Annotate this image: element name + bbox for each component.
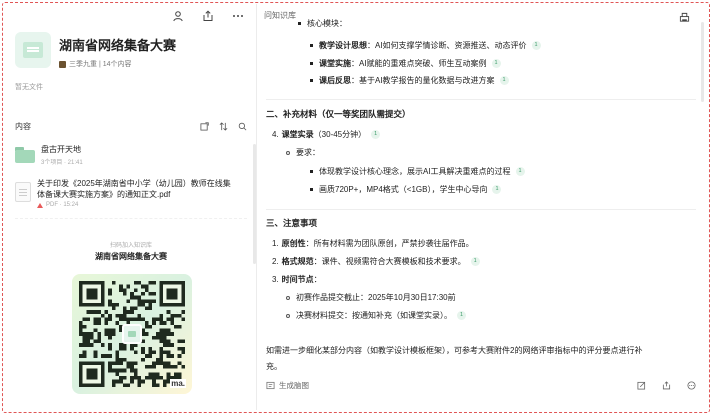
content-section-header: 内容 [15,121,247,132]
print-icon[interactable] [679,10,690,28]
folder-name: 盘古开天地 [41,145,81,154]
content-label: 内容 [15,122,31,131]
generate-mindmap-button[interactable]: 生成脑图 [266,380,309,391]
scan-kb-name: 湖南省网络集备大赛 [95,252,167,261]
members-icon[interactable] [172,10,184,22]
bullet-item: 课后反思 ：基于AI教学报告的量化数据与改进方案 1 [310,75,509,86]
section-divider [266,99,696,100]
section-heading: 三、注意事项 [266,218,318,228]
clipped-line: 核心模块： [298,19,347,27]
more-icon[interactable] [232,10,244,22]
section-divider [266,209,696,210]
folder-item[interactable]: 盘古开天地 3个项目 · 21:41 [15,144,83,166]
search-icon[interactable] [238,122,247,131]
sub-item: 初赛作品提交截止：2025年10月30日17:30前 [286,292,456,303]
file-name: 关于印发《2025年湖南省中小学（幼儿园）教师在线集体备课大赛实施方案》的通知正… [37,179,231,199]
edit-icon[interactable] [637,381,646,390]
file-meta: PDF · 15:24 [37,202,237,208]
mindmap-icon [266,381,275,390]
knowledge-base-panel: 湖南省网络集备大赛 三季九重 | 14个内容 暂无文件 内容 盘古开天地 3个项… [5,4,257,410]
share-icon[interactable] [202,10,214,22]
citation-badge[interactable]: 1 [470,257,480,266]
sub-item: 决赛材料提交：按通知补充（如课堂实录）。 1 [286,310,466,321]
citation-badge[interactable]: 1 [457,311,466,320]
numbered-item: 2. 格式规范 ：课件、视频需符合大赛模板和技术要求。 1 [272,256,480,267]
scan-hint: 扫码加入知识库 [109,243,152,249]
pdf-file-icon [15,182,31,202]
citation-badge[interactable]: 1 [371,130,381,139]
footnote: 如需进一步细化某部分内容（如教学设计模板框架），可参考大赛附件2的网络评审指标中… [266,346,643,355]
owner-avatar-icon [59,60,66,68]
kb-meta: 三季九重 | 14个内容 [59,59,176,69]
kb-description: 暂无文件 [15,84,43,91]
qr-code: ma. [72,274,192,394]
folder-meta: 3个项目 · 21:41 [41,160,83,166]
right-scrollbar[interactable] [701,22,704,102]
qr-suffix-text: ma. [170,379,186,388]
bullet-item: 体现教学设计核心理念，展示AI工具解决重难点的过程 1 [310,166,525,177]
pdf-type-icon [37,202,43,208]
folder-icon [15,147,35,163]
left-toolbar [172,10,244,22]
citation-badge[interactable]: 1 [492,185,502,194]
footnote: 充。 [266,362,282,371]
kb-header: 湖南省网络集备大赛 三季九重 | 14个内容 [15,32,176,69]
citation-badge[interactable]: 1 [515,167,525,176]
bullet-item: 课堂实施 ：AI赋能的重难点突破、师生互动案例 1 [310,58,501,69]
citation-badge[interactable]: 1 [491,59,501,68]
sub-item: 要求： [286,147,320,158]
bullet-item: 画质720P+，MP4格式（<1GB），学生中心导向 1 [310,184,502,195]
panel-title: 问知识库 [264,11,296,20]
citation-badge[interactable]: 1 [499,76,509,85]
export-icon[interactable] [662,381,671,390]
citation-badge[interactable]: 1 [531,41,541,50]
divider [15,218,247,219]
kb-title: 湖南省网络集备大赛 [59,38,177,53]
more-options-icon[interactable] [687,381,696,390]
numbered-item: 3. 时间节点： [272,275,322,284]
kb-cover-icon [15,32,51,68]
section-heading: 二、补充材料（仅一等奖团队需提交） [266,109,411,119]
numbered-item: 4. 课堂实录 （30-45分钟） 1 [272,129,381,140]
file-item[interactable]: 关于印发《2025年湖南省中小学（幼儿园）教师在线集体备课大赛实施方案》的通知正… [15,178,247,208]
bullet-item: 教学设计思想 ：AI如何支撑学情诊断、资源推送、动态评价 1 [310,40,541,51]
numbered-item: 1. 原创性 ：所有材料需为团队原创，严禁抄袭往届作品。 [272,239,474,248]
qr-center-logo-icon [122,324,142,344]
sort-icon[interactable] [219,122,228,131]
add-content-icon[interactable] [200,122,209,131]
answer-actions-bar: 生成脑图 [266,380,696,391]
chat-answer-panel: 问知识库 核心模块： 教学设计思想 ：AI如何支撑学情诊断、资源推送、动态评价 1 … [258,4,708,410]
